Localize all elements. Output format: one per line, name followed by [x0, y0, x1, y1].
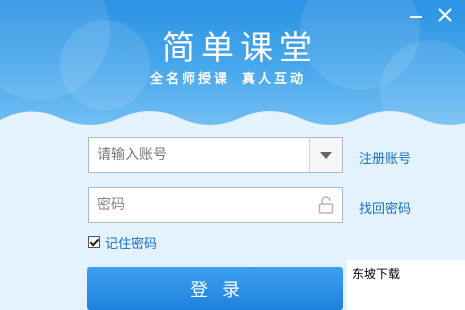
- password-field: [88, 187, 343, 223]
- chevron-down-icon[interactable]: [309, 138, 342, 172]
- slogan-left: 全名师授课: [150, 72, 231, 87]
- account-field: [88, 137, 343, 173]
- remember-label[interactable]: 记住密码: [105, 233, 157, 252]
- register-link[interactable]: 注册账号: [359, 148, 411, 167]
- wave-divider: [0, 111, 465, 140]
- app-slogan: 全名师授课 真人互动: [150, 68, 340, 87]
- slogan-right: 真人互动: [242, 72, 307, 87]
- account-input[interactable]: [89, 138, 325, 172]
- watermark-text: 东坡下载: [352, 267, 401, 281]
- watermark-overlay: 东坡下载: [347, 260, 465, 310]
- decor-bubble: [60, 20, 150, 110]
- password-input[interactable]: [89, 188, 320, 222]
- login-button[interactable]: 登录: [87, 267, 343, 310]
- minimize-icon[interactable]: [406, 6, 428, 24]
- app-title: 简单课堂: [162, 28, 318, 67]
- close-icon[interactable]: [434, 6, 456, 24]
- lock-icon: [318, 196, 334, 214]
- login-window: 简单课堂 全名师授课真人互动 注册账号 找回密码 记住密码 登录 东坡下载: [0, 0, 465, 310]
- header-banner: 简单课堂 全名师授课 真人互动: [0, 0, 465, 140]
- find-password-link[interactable]: 找回密码: [359, 198, 411, 217]
- remember-checkbox[interactable]: [88, 236, 100, 248]
- remember-password[interactable]: 记住密码: [88, 233, 157, 252]
